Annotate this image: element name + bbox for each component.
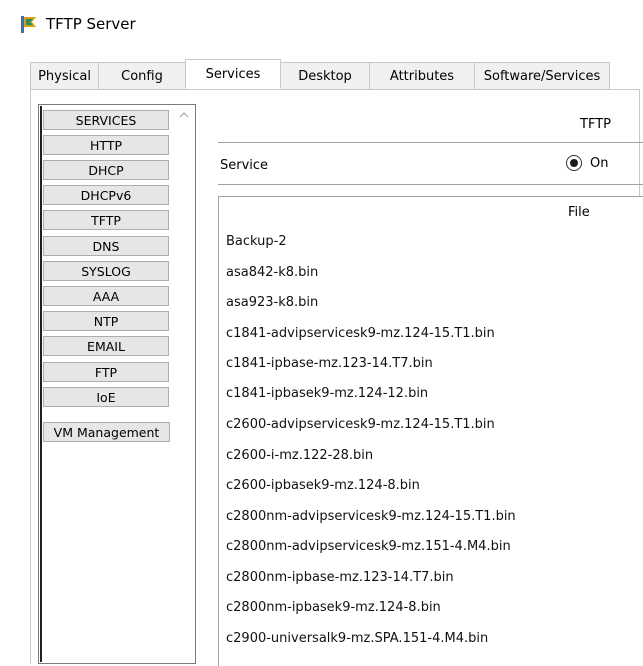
file-row[interactable]: c2800nm-advipservicesk9-mz.151-4.M4.bin <box>226 539 511 554</box>
sidebar-item-aaa[interactable]: AAA <box>43 286 169 306</box>
tab-desktop[interactable]: Desktop <box>280 62 370 90</box>
tab-config[interactable]: Config <box>98 62 186 90</box>
sidebar-item-ftp[interactable]: FTP <box>43 362 169 382</box>
file-column-header: File <box>568 205 590 220</box>
header-divider <box>218 142 643 143</box>
tab-attributes[interactable]: Attributes <box>369 62 475 90</box>
file-row[interactable]: c2600-i-mz.122-28.bin <box>226 448 373 463</box>
file-row[interactable]: c1841-ipbase-mz.123-14.T7.bin <box>226 356 433 371</box>
tftp-server-icon <box>18 13 40 35</box>
tab-software-services[interactable]: Software/Services <box>474 62 610 90</box>
service-on-label: On <box>590 155 609 171</box>
sidebar-item-dns[interactable]: DNS <box>43 236 169 256</box>
file-row[interactable]: c2600-advipservicesk9-mz.124-15.T1.bin <box>226 417 495 432</box>
file-row[interactable]: asa842-k8.bin <box>226 265 318 280</box>
scroll-up-icon[interactable] <box>174 106 194 124</box>
sidebar-item-syslog[interactable]: SYSLOG <box>43 261 169 281</box>
file-row[interactable]: c1841-ipbasek9-mz.124-12.bin <box>226 386 428 401</box>
tab-services[interactable]: Services <box>185 59 281 89</box>
sidebar-divider <box>40 106 42 662</box>
file-row[interactable]: c2800nm-advipservicesk9-mz.124-15.T1.bin <box>226 509 516 524</box>
sidebar-item-ntp[interactable]: NTP <box>43 311 169 331</box>
sidebar-item-vm-management[interactable]: VM Management <box>43 422 170 442</box>
sidebar-item-services[interactable]: SERVICES <box>43 110 169 130</box>
sidebar-item-dhcpv6[interactable]: DHCPv6 <box>43 185 169 205</box>
tab-bar: Physical Config Services Desktop Attribu… <box>30 59 610 90</box>
service-label: Service <box>220 158 269 173</box>
file-row[interactable]: Backup-2 <box>226 234 287 249</box>
sidebar-item-dhcp[interactable]: DHCP <box>43 160 169 180</box>
tab-physical[interactable]: Physical <box>30 62 99 90</box>
tftp-header: TFTP <box>580 117 611 132</box>
sidebar-item-ioe[interactable]: IoE <box>43 387 169 407</box>
service-divider <box>218 184 643 185</box>
sidebar-item-http[interactable]: HTTP <box>43 135 169 155</box>
file-row[interactable]: c1841-advipservicesk9-mz.124-15.T1.bin <box>226 326 495 341</box>
window-title: TFTP Server <box>46 15 136 33</box>
file-row[interactable]: c2800nm-ipbasek9-mz.124-8.bin <box>226 600 441 615</box>
file-row[interactable]: c2800nm-ipbase-mz.123-14.T7.bin <box>226 570 454 585</box>
radio-selected-icon[interactable] <box>566 155 582 171</box>
file-row[interactable]: asa923-k8.bin <box>226 295 318 310</box>
window-title-bar: TFTP Server <box>18 10 136 38</box>
file-row[interactable]: c2600-ipbasek9-mz.124-8.bin <box>226 478 420 493</box>
sidebar-item-email[interactable]: EMAIL <box>43 336 169 356</box>
file-row[interactable]: c2900-universalk9-mz.SPA.151-4.M4.bin <box>226 631 488 646</box>
service-on-radio[interactable]: On <box>566 155 608 171</box>
sidebar-item-tftp[interactable]: TFTP <box>43 210 169 230</box>
sidebar-scrollbar[interactable] <box>174 106 194 662</box>
